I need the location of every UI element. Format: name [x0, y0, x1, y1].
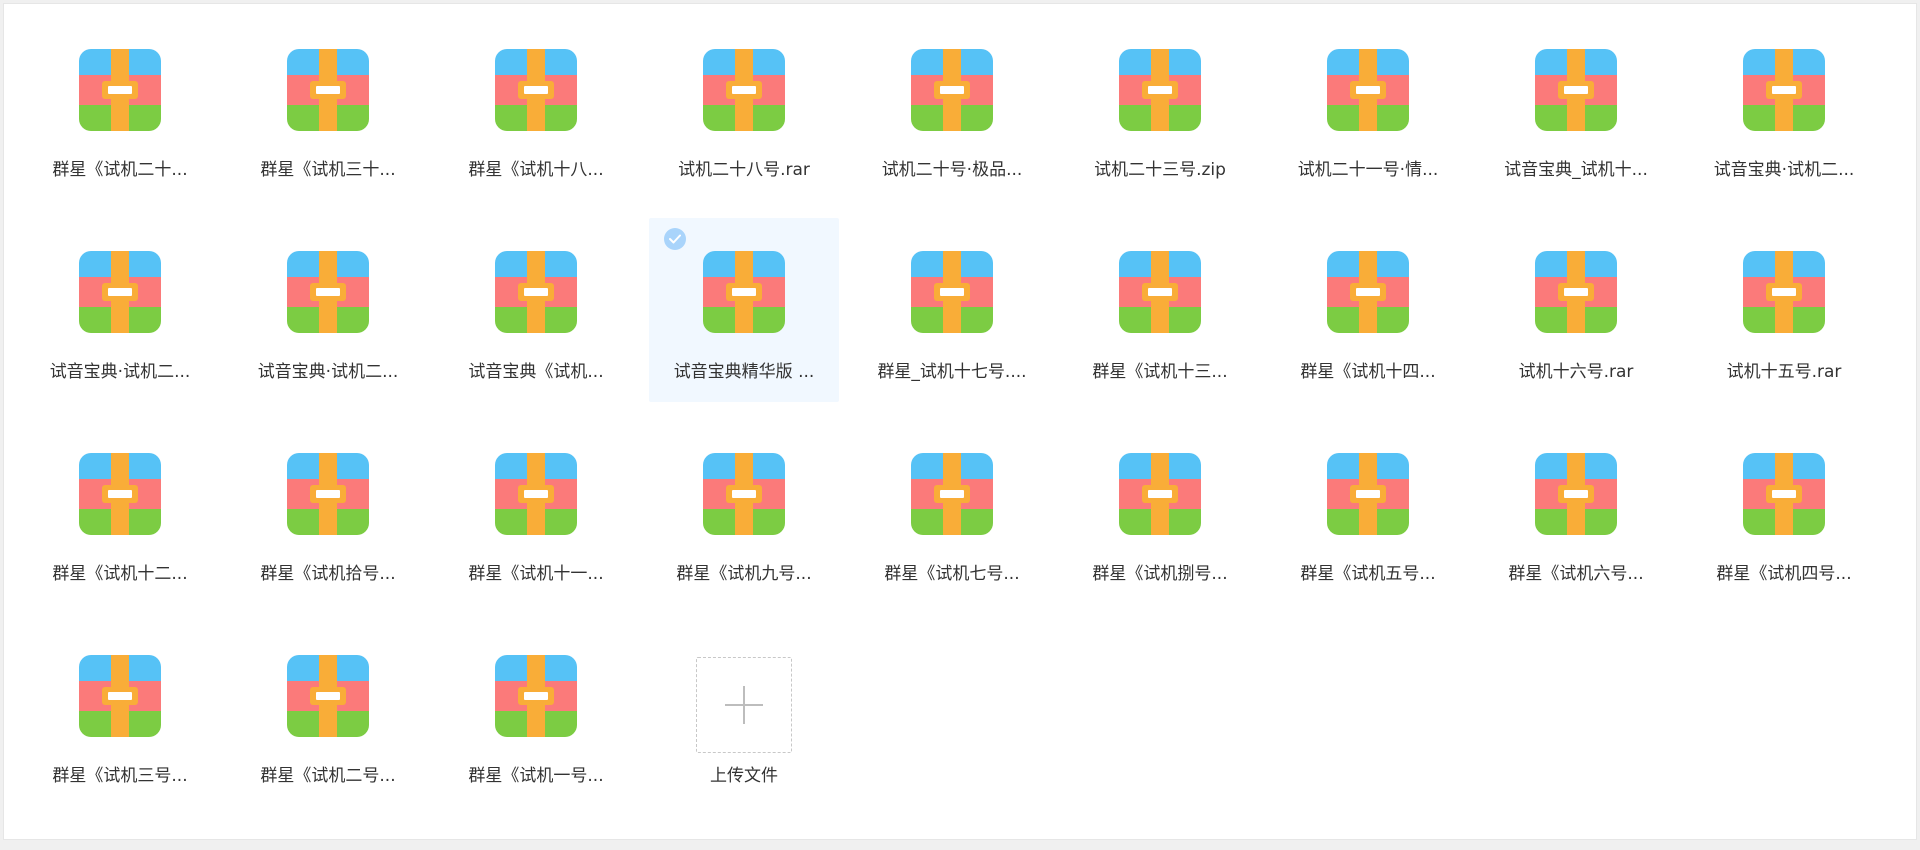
archive-icon — [287, 453, 369, 535]
file-item[interactable]: 试机二十一号·情... — [1273, 16, 1463, 200]
file-item[interactable]: 群星《试机七号... — [857, 420, 1047, 604]
file-name: 试机十六号.rar — [1518, 362, 1634, 382]
file-item[interactable]: 群星《试机二十... — [25, 16, 215, 200]
file-name: 试音宝典精华版 ... — [673, 362, 815, 382]
archive-icon — [1535, 453, 1617, 535]
file-name: 试音宝典·试机二... — [49, 362, 191, 382]
archive-icon — [1535, 49, 1617, 131]
upload-label: 上传文件 — [710, 766, 778, 786]
upload-file-button[interactable]: 上传文件 — [649, 622, 839, 806]
file-name: 试音宝典·试机二... — [1713, 160, 1855, 180]
file-item[interactable]: 群星《试机二号... — [233, 622, 423, 806]
file-item[interactable]: 群星《试机一号... — [441, 622, 631, 806]
archive-icon — [79, 453, 161, 535]
file-item[interactable]: 群星《试机三十... — [233, 16, 423, 200]
archive-icon — [495, 49, 577, 131]
archive-icon — [287, 49, 369, 131]
archive-icon — [1327, 453, 1409, 535]
archive-icon — [79, 49, 161, 131]
archive-icon — [1743, 49, 1825, 131]
file-item[interactable]: 群星《试机十二... — [25, 420, 215, 604]
file-item[interactable]: 群星_试机十七号.... — [857, 218, 1047, 402]
file-name: 群星《试机十八... — [468, 160, 604, 180]
file-item[interactable]: 试音宝典精华版 ... — [649, 218, 839, 402]
archive-icon — [1535, 251, 1617, 333]
file-name: 试音宝典·试机二... — [257, 362, 399, 382]
file-name: 群星《试机十二... — [52, 564, 188, 584]
file-item[interactable]: 群星《试机五号... — [1273, 420, 1463, 604]
plus-icon — [725, 686, 763, 724]
file-item[interactable]: 群星《试机拾号... — [233, 420, 423, 604]
archive-icon — [1743, 453, 1825, 535]
file-item[interactable]: 试音宝典·试机二... — [233, 218, 423, 402]
file-name: 群星《试机十四... — [1300, 362, 1436, 382]
file-item[interactable]: 试音宝典·试机二... — [25, 218, 215, 402]
file-item[interactable]: 群星《试机十三... — [1065, 218, 1255, 402]
upload-dropzone[interactable] — [696, 657, 792, 753]
file-item[interactable]: 试机二十八号.rar — [649, 16, 839, 200]
file-name: 群星《试机七号... — [884, 564, 1020, 584]
file-name: 试机二十八号.rar — [678, 160, 810, 180]
archive-icon — [1119, 49, 1201, 131]
file-item[interactable]: 群星《试机十四... — [1273, 218, 1463, 402]
file-item[interactable]: 群星《试机四号... — [1689, 420, 1879, 604]
archive-icon — [495, 251, 577, 333]
archive-icon — [495, 453, 577, 535]
file-name: 试机二十号·极品... — [881, 160, 1023, 180]
file-item[interactable]: 群星《试机捌号... — [1065, 420, 1255, 604]
file-name: 群星《试机十一... — [468, 564, 604, 584]
file-item[interactable]: 群星《试机三号... — [25, 622, 215, 806]
file-name: 群星《试机捌号... — [1092, 564, 1228, 584]
file-name: 群星《试机拾号... — [260, 564, 396, 584]
file-name: 群星《试机三号... — [52, 766, 188, 786]
file-name: 试音宝典_试机十... — [1504, 160, 1648, 180]
check-circle-icon[interactable] — [664, 228, 686, 250]
file-item[interactable]: 试音宝典《试机... — [441, 218, 631, 402]
file-item[interactable]: 试机二十三号.zip — [1065, 16, 1255, 200]
file-name: 群星《试机二十... — [52, 160, 188, 180]
archive-icon — [911, 453, 993, 535]
archive-icon — [287, 655, 369, 737]
file-item[interactable]: 群星《试机十八... — [441, 16, 631, 200]
archive-icon — [1327, 49, 1409, 131]
archive-icon — [703, 49, 785, 131]
file-item[interactable]: 试音宝典·试机二... — [1689, 16, 1879, 200]
file-item[interactable]: 群星《试机九号... — [649, 420, 839, 604]
archive-icon — [79, 655, 161, 737]
file-item[interactable]: 试机二十号·极品... — [857, 16, 1047, 200]
file-grid: 群星《试机二十... 群星《试机三十... 群星《试机十八... 试机二十八号.… — [25, 4, 1897, 812]
file-name: 群星《试机二号... — [260, 766, 396, 786]
file-name: 试机十五号.rar — [1726, 362, 1842, 382]
file-name: 试机二十一号·情... — [1297, 160, 1439, 180]
file-name: 试机二十三号.zip — [1094, 160, 1226, 180]
file-item[interactable]: 群星《试机六号... — [1481, 420, 1671, 604]
file-browser-panel: 群星《试机二十... 群星《试机三十... 群星《试机十八... 试机二十八号.… — [3, 3, 1917, 840]
archive-icon — [911, 251, 993, 333]
archive-icon — [1743, 251, 1825, 333]
file-item[interactable]: 试机十五号.rar — [1689, 218, 1879, 402]
archive-icon — [287, 251, 369, 333]
archive-icon — [703, 251, 785, 333]
archive-icon — [1327, 251, 1409, 333]
file-item[interactable]: 试音宝典_试机十... — [1481, 16, 1671, 200]
archive-icon — [495, 655, 577, 737]
archive-icon — [79, 251, 161, 333]
file-name: 群星_试机十七号.... — [877, 362, 1027, 382]
archive-icon — [1119, 251, 1201, 333]
file-name: 群星《试机十三... — [1092, 362, 1228, 382]
file-name: 群星《试机五号... — [1300, 564, 1436, 584]
file-name: 群星《试机四号... — [1716, 564, 1852, 584]
archive-icon — [1119, 453, 1201, 535]
archive-icon — [703, 453, 785, 535]
file-name: 群星《试机一号... — [468, 766, 604, 786]
file-item[interactable]: 群星《试机十一... — [441, 420, 631, 604]
file-name: 群星《试机六号... — [1508, 564, 1644, 584]
file-name: 群星《试机三十... — [260, 160, 396, 180]
file-name: 群星《试机九号... — [676, 564, 812, 584]
file-name: 试音宝典《试机... — [468, 362, 604, 382]
archive-icon — [911, 49, 993, 131]
file-item[interactable]: 试机十六号.rar — [1481, 218, 1671, 402]
